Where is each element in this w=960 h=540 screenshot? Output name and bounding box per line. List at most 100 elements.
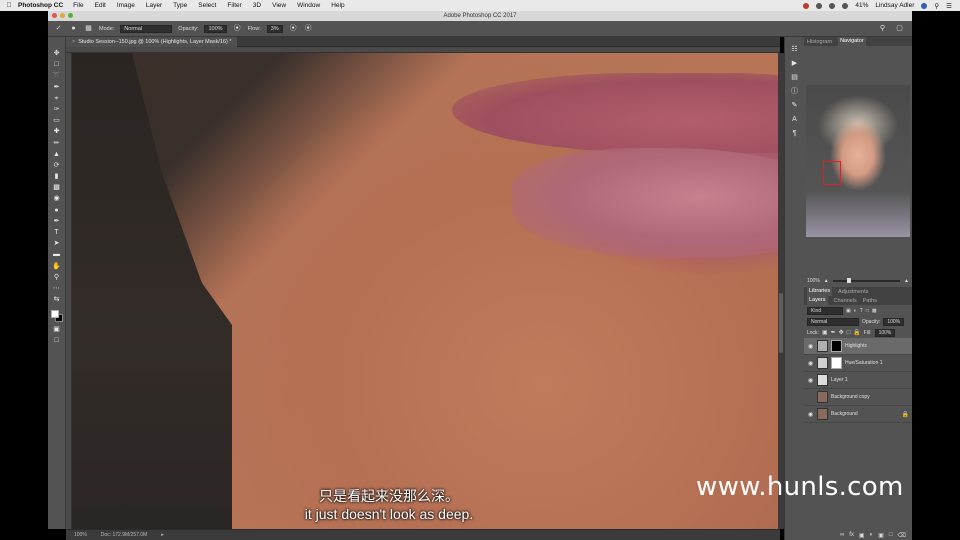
visibility-eye-icon[interactable]: ◉ — [807, 360, 814, 367]
layer-thumbnail[interactable] — [817, 408, 828, 420]
menu-view[interactable]: View — [272, 2, 286, 9]
tab-libraries[interactable]: Libraries — [807, 287, 833, 296]
user-name[interactable]: Lindsay Adler — [875, 2, 914, 9]
layer-mask-thumbnail[interactable] — [831, 340, 842, 352]
clone-stamp-tool-icon[interactable]: ▲ — [52, 150, 62, 159]
marquee-tool-icon[interactable]: □ — [52, 60, 62, 69]
menu-layer[interactable]: Layer — [146, 2, 162, 9]
new-adjustment-icon[interactable]: ◐ — [870, 532, 874, 538]
actions-panel-icon[interactable]: ▶ — [790, 59, 800, 69]
tray-wifi-icon[interactable] — [842, 2, 849, 9]
layer-style-fx-icon[interactable]: fx — [849, 532, 854, 538]
filter-shape-icon[interactable]: □ — [866, 308, 869, 314]
mode-select[interactable]: Normal — [120, 24, 173, 33]
layer-row-background[interactable]: ◉ Background 🔒 — [804, 406, 912, 423]
layer-name[interactable]: Hue/Saturation 1 — [845, 360, 883, 366]
history-panel-icon[interactable]: ☷ — [790, 45, 800, 55]
gradient-tool-icon[interactable]: ▩ — [52, 183, 62, 192]
status-zoom[interactable]: 100% — [74, 532, 87, 538]
navigator-view-box[interactable] — [823, 161, 841, 185]
brush-panel-icon[interactable]: ✎ — [790, 101, 800, 111]
navigator-zoom-slider[interactable] — [832, 277, 901, 283]
tray-app-icon[interactable] — [816, 2, 823, 9]
properties-panel-icon[interactable]: ▤ — [790, 73, 800, 83]
spotlight-search-icon[interactable]: ⚲ — [934, 2, 939, 10]
layer-name[interactable]: Highlights — [845, 343, 867, 349]
blend-mode-select[interactable]: Normal — [807, 317, 859, 326]
tab-histogram[interactable]: Histogram — [807, 39, 832, 45]
zoom-slider-knob[interactable] — [846, 277, 851, 283]
tab-channels[interactable]: Channels — [834, 298, 857, 304]
window-zoom-button[interactable] — [68, 13, 73, 18]
tray-bluetooth-icon[interactable] — [829, 2, 836, 9]
lock-image-icon[interactable]: ✒ — [831, 329, 836, 336]
window-minimize-button[interactable] — [60, 13, 65, 18]
link-layers-icon[interactable]: ∞ — [840, 532, 844, 538]
tab-layers[interactable]: Layers — [807, 296, 828, 305]
menu-type[interactable]: Type — [173, 2, 187, 9]
menu-image[interactable]: Image — [117, 2, 135, 9]
tray-record-icon[interactable] — [803, 2, 810, 9]
document-canvas[interactable]: 只是看起来没那么深。 it just doesn't look as deep. — [72, 53, 778, 529]
notification-list-icon[interactable]: ☰ — [946, 2, 952, 10]
fill-field[interactable]: 100% — [874, 328, 896, 337]
brush-tool-icon[interactable]: ✏ — [52, 139, 62, 148]
lock-all-icon[interactable]: 🔒 — [853, 329, 860, 336]
healing-brush-tool-icon[interactable]: ✚ — [52, 127, 62, 136]
search-icon[interactable]: ⚲ — [878, 24, 887, 33]
dodge-tool-icon[interactable]: ● — [52, 206, 62, 215]
filter-smart-icon[interactable]: ▩ — [872, 308, 877, 314]
battery-percent[interactable]: 41% — [855, 2, 868, 9]
lock-artboard-icon[interactable]: □ — [847, 330, 851, 336]
menu-select[interactable]: Select — [198, 2, 216, 9]
filter-adjustment-icon[interactable]: ◐ — [854, 308, 857, 314]
eraser-tool-icon[interactable]: ▮ — [52, 172, 62, 181]
new-layer-icon[interactable]: □ — [889, 532, 893, 538]
add-mask-icon[interactable]: ▣ — [859, 532, 865, 539]
info-panel-icon[interactable]: ⓘ — [790, 87, 800, 97]
tab-adjustments[interactable]: Adjustments — [838, 289, 868, 295]
tray-user-icon[interactable] — [921, 2, 928, 9]
color-swatches[interactable] — [50, 310, 63, 323]
zoom-tool-icon[interactable]: ⚲ — [52, 273, 62, 282]
lock-position-icon[interactable]: ✥ — [839, 329, 844, 336]
navigator-zoom-value[interactable]: 100% — [807, 278, 820, 284]
path-select-tool-icon[interactable]: ➤ — [52, 239, 62, 248]
menu-edit[interactable]: Edit — [95, 2, 106, 9]
new-group-icon[interactable]: ▣ — [878, 532, 884, 539]
workspace-switcher-icon[interactable]: ▢ — [895, 24, 904, 33]
screen-mode-icon[interactable]: □ — [52, 336, 62, 345]
layer-thumbnail[interactable] — [817, 391, 828, 403]
delete-layer-icon[interactable]: ⌫ — [898, 532, 906, 539]
layer-row-hue-saturation[interactable]: ◉ Hue/Saturation 1 — [804, 355, 912, 372]
pressure-opacity-icon[interactable]: ⦿ — [233, 24, 242, 33]
layer-lock-icon[interactable]: 🔒 — [902, 411, 909, 418]
filter-pixel-icon[interactable]: ▣ — [846, 308, 851, 314]
menu-filter[interactable]: Filter — [227, 2, 241, 9]
airbrush-icon[interactable]: ⦿ — [289, 24, 298, 33]
lasso-tool-icon[interactable]: ➰ — [52, 71, 62, 80]
filter-type-icon[interactable]: T — [860, 308, 863, 314]
character-panel-icon[interactable]: A — [790, 115, 800, 125]
more-tools-icon[interactable]: ⋯ — [52, 284, 62, 293]
shape-tool-icon[interactable]: ▬ — [52, 250, 62, 259]
tab-paths[interactable]: Paths — [863, 298, 877, 304]
move-tool-icon[interactable]: ✥ — [52, 49, 62, 58]
layer-name[interactable]: Background copy — [831, 394, 870, 400]
tab-navigator[interactable]: Navigator — [838, 37, 866, 46]
brush-tool-preset-icon[interactable]: ✓ — [54, 24, 63, 33]
type-tool-icon[interactable]: T — [52, 228, 62, 237]
default-colors-icon[interactable]: ⇆ — [52, 295, 62, 304]
blur-tool-icon[interactable]: ◉ — [52, 194, 62, 203]
status-arrow-icon[interactable]: ▸ — [161, 532, 164, 538]
pressure-size-icon[interactable]: ⦿ — [304, 24, 313, 33]
flow-field[interactable]: 3% — [266, 24, 283, 33]
brush-size-picker-icon[interactable]: ● — [69, 24, 78, 33]
menu-file[interactable]: File — [73, 2, 83, 9]
opacity-field[interactable]: 100% — [204, 24, 227, 33]
visibility-eye-icon[interactable]: ◉ — [807, 411, 814, 418]
layer-thumbnail[interactable] — [817, 357, 828, 369]
quick-mask-icon[interactable]: ▣ — [52, 325, 62, 334]
window-close-button[interactable] — [52, 13, 57, 18]
layer-opacity-field[interactable]: 100% — [883, 317, 905, 326]
